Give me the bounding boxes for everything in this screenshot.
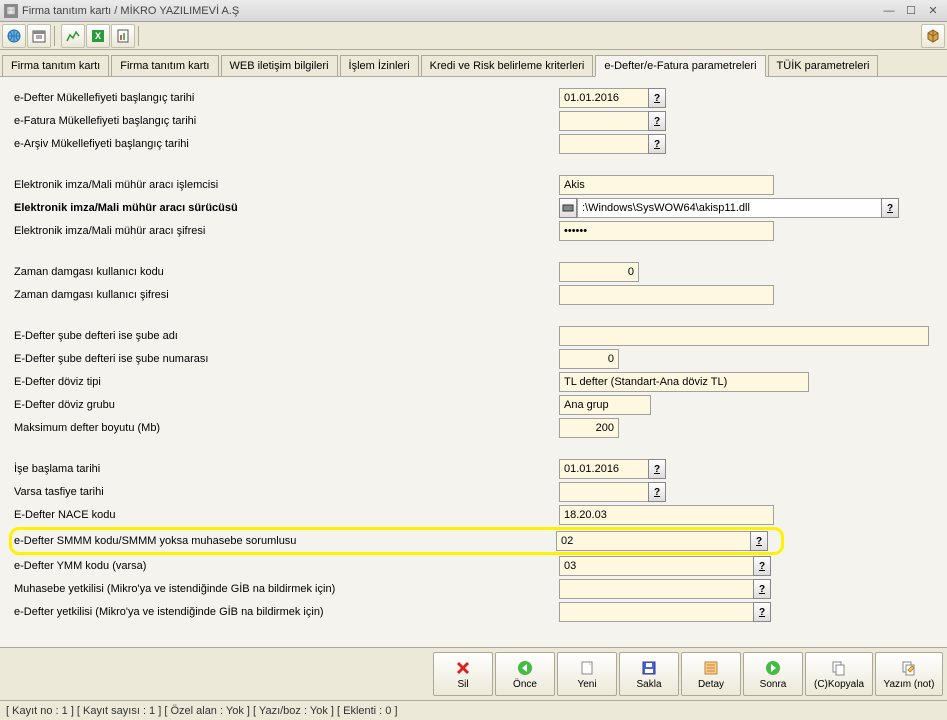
toolbar: X bbox=[0, 22, 947, 50]
tool-globe-icon[interactable] bbox=[2, 24, 26, 48]
titlebar: ▦ Firma tanıtım kartı / MİKRO YAZILIMEVİ… bbox=[0, 0, 947, 22]
input-ymm[interactable] bbox=[559, 556, 754, 576]
new-icon bbox=[579, 659, 595, 677]
maximize-button[interactable]: ☐ bbox=[901, 3, 921, 19]
help-btn[interactable]: ? bbox=[648, 134, 666, 154]
window-title: Firma tanıtım kartı / MİKRO YAZILIMEVİ A… bbox=[22, 5, 879, 17]
input-edefter-start[interactable] bbox=[559, 88, 649, 108]
help-btn[interactable]: ? bbox=[881, 198, 899, 218]
label-imza-surucu: Elektronik imza/Mali mühür aracı sürücüs… bbox=[14, 202, 559, 214]
tab-islem[interactable]: İşlem İzinleri bbox=[340, 55, 419, 77]
btn-once[interactable]: Önce bbox=[495, 652, 555, 696]
tool-report-icon[interactable] bbox=[111, 24, 135, 48]
tab-firma-1[interactable]: Firma tanıtım kartı bbox=[2, 55, 109, 77]
input-efatura-start[interactable] bbox=[559, 111, 649, 131]
toolbar-separator bbox=[138, 26, 142, 46]
input-edefter-yetki[interactable] bbox=[559, 602, 754, 622]
help-btn[interactable]: ? bbox=[753, 556, 771, 576]
tool-chart-icon[interactable] bbox=[61, 24, 85, 48]
input-doviz-grup[interactable] bbox=[559, 395, 651, 415]
label-edefter-yetki: e-Defter yetkilisi (Mikro'ya ve istendiğ… bbox=[14, 606, 559, 618]
input-earsiv-start[interactable] bbox=[559, 134, 649, 154]
label-max-boyut: Maksimum defter boyutu (Mb) bbox=[14, 422, 559, 434]
label-earsiv-start: e-Arşiv Mükellefiyeti başlangıç tarihi bbox=[14, 138, 559, 150]
input-nace[interactable] bbox=[559, 505, 774, 525]
input-sube-adi[interactable] bbox=[559, 326, 929, 346]
next-icon bbox=[765, 659, 781, 677]
help-btn[interactable]: ? bbox=[648, 111, 666, 131]
input-imza-sifre[interactable] bbox=[559, 221, 774, 241]
tab-edefter[interactable]: e-Defter/e-Fatura parametreleri bbox=[595, 55, 765, 77]
btn-sakla[interactable]: Sakla bbox=[619, 652, 679, 696]
btn-sil[interactable]: Sil bbox=[433, 652, 493, 696]
input-zaman-sifre[interactable] bbox=[559, 285, 774, 305]
input-is-baslama[interactable] bbox=[559, 459, 649, 479]
input-sube-no[interactable] bbox=[559, 349, 619, 369]
input-tasfiye[interactable] bbox=[559, 482, 649, 502]
help-btn[interactable]: ? bbox=[750, 531, 768, 551]
save-icon bbox=[641, 659, 657, 677]
tab-firma-2[interactable]: Firma tanıtım kartı bbox=[111, 55, 218, 77]
note-icon bbox=[901, 659, 917, 677]
label-smmm: e-Defter SMMM kodu/SMMM yoksa muhasebe s… bbox=[14, 535, 556, 547]
tab-web[interactable]: WEB iletişim bilgileri bbox=[221, 55, 338, 77]
close-button[interactable]: ✕ bbox=[923, 3, 943, 19]
copy-icon bbox=[831, 659, 847, 677]
prev-icon bbox=[517, 659, 533, 677]
tool-calendar-icon[interactable] bbox=[27, 24, 51, 48]
help-btn[interactable]: ? bbox=[648, 482, 666, 502]
btn-yeni[interactable]: Yeni bbox=[557, 652, 617, 696]
label-doviz-tipi: E-Defter döviz tipi bbox=[14, 376, 559, 388]
label-is-baslama: İşe başlama tarihi bbox=[14, 463, 559, 475]
tool-cube-icon[interactable] bbox=[921, 24, 945, 48]
tool-excel-icon[interactable]: X bbox=[86, 24, 110, 48]
label-tasfiye: Varsa tasfiye tarihi bbox=[14, 486, 559, 498]
detail-icon bbox=[703, 659, 719, 677]
input-max-boyut[interactable] bbox=[559, 418, 619, 438]
label-muhasebe-yetki: Muhasebe yetkilisi (Mikro'ya ve istendiğ… bbox=[14, 583, 559, 595]
help-btn[interactable]: ? bbox=[753, 579, 771, 599]
label-ymm: e-Defter YMM kodu (varsa) bbox=[14, 560, 559, 572]
highlight-smmm: e-Defter SMMM kodu/SMMM yoksa muhasebe s… bbox=[9, 527, 784, 555]
label-zaman-kod: Zaman damgası kullanıcı kodu bbox=[14, 266, 559, 278]
input-imza-islemci[interactable] bbox=[559, 175, 774, 195]
label-doviz-grup: E-Defter döviz grubu bbox=[14, 399, 559, 411]
btn-yazim[interactable]: Yazım (not) bbox=[875, 652, 943, 696]
form-panel: e-Defter Mükellefiyeti başlangıç tarihi?… bbox=[0, 76, 947, 647]
label-zaman-sifre: Zaman damgası kullanıcı şifresi bbox=[14, 289, 559, 301]
btn-kopyala[interactable]: (C)Kopyala bbox=[805, 652, 873, 696]
minimize-button[interactable]: — bbox=[879, 3, 899, 19]
app-icon: ▦ bbox=[4, 4, 18, 18]
input-imza-surucu[interactable] bbox=[577, 198, 882, 218]
help-btn[interactable]: ? bbox=[648, 88, 666, 108]
label-sube-adi: E-Defter şube defteri ise şube adı bbox=[14, 330, 559, 342]
label-imza-sifre: Elektronik imza/Mali mühür aracı şifresi bbox=[14, 225, 559, 237]
tab-kredi[interactable]: Kredi ve Risk belirleme kriterleri bbox=[421, 55, 594, 77]
input-smmm[interactable] bbox=[556, 531, 751, 551]
label-efatura-start: e-Fatura Mükellefiyeti başlangıç tarihi bbox=[14, 115, 559, 127]
help-btn[interactable]: ? bbox=[753, 602, 771, 622]
delete-icon bbox=[455, 659, 471, 677]
label-edefter-start: e-Defter Mükellefiyeti başlangıç tarihi bbox=[14, 92, 559, 104]
drive-icon[interactable] bbox=[559, 198, 577, 218]
input-zaman-kod[interactable] bbox=[559, 262, 639, 282]
label-sube-no: E-Defter şube defteri ise şube numarası bbox=[14, 353, 559, 365]
label-imza-islemci: Elektronik imza/Mali mühür aracı işlemci… bbox=[14, 179, 559, 191]
help-btn[interactable]: ? bbox=[648, 459, 666, 479]
tabs: Firma tanıtım kartı Firma tanıtım kartı … bbox=[0, 50, 947, 76]
input-muhasebe-yetki[interactable] bbox=[559, 579, 754, 599]
label-nace: E-Defter NACE kodu bbox=[14, 509, 559, 521]
status-text: [ Kayıt no : 1 ] [ Kayıt sayısı : 1 ] [ … bbox=[6, 705, 398, 717]
btn-detay[interactable]: Detay bbox=[681, 652, 741, 696]
input-doviz-tipi[interactable] bbox=[559, 372, 809, 392]
toolbar-separator bbox=[54, 26, 58, 46]
svg-text:X: X bbox=[95, 31, 101, 41]
btn-sonra[interactable]: Sonra bbox=[743, 652, 803, 696]
tab-tuik[interactable]: TÜİK parametreleri bbox=[768, 55, 879, 77]
footer-toolbar: Sil Önce Yeni Sakla Detay Sonra (C)Kopya… bbox=[0, 647, 947, 700]
statusbar: [ Kayıt no : 1 ] [ Kayıt sayısı : 1 ] [ … bbox=[0, 700, 947, 720]
